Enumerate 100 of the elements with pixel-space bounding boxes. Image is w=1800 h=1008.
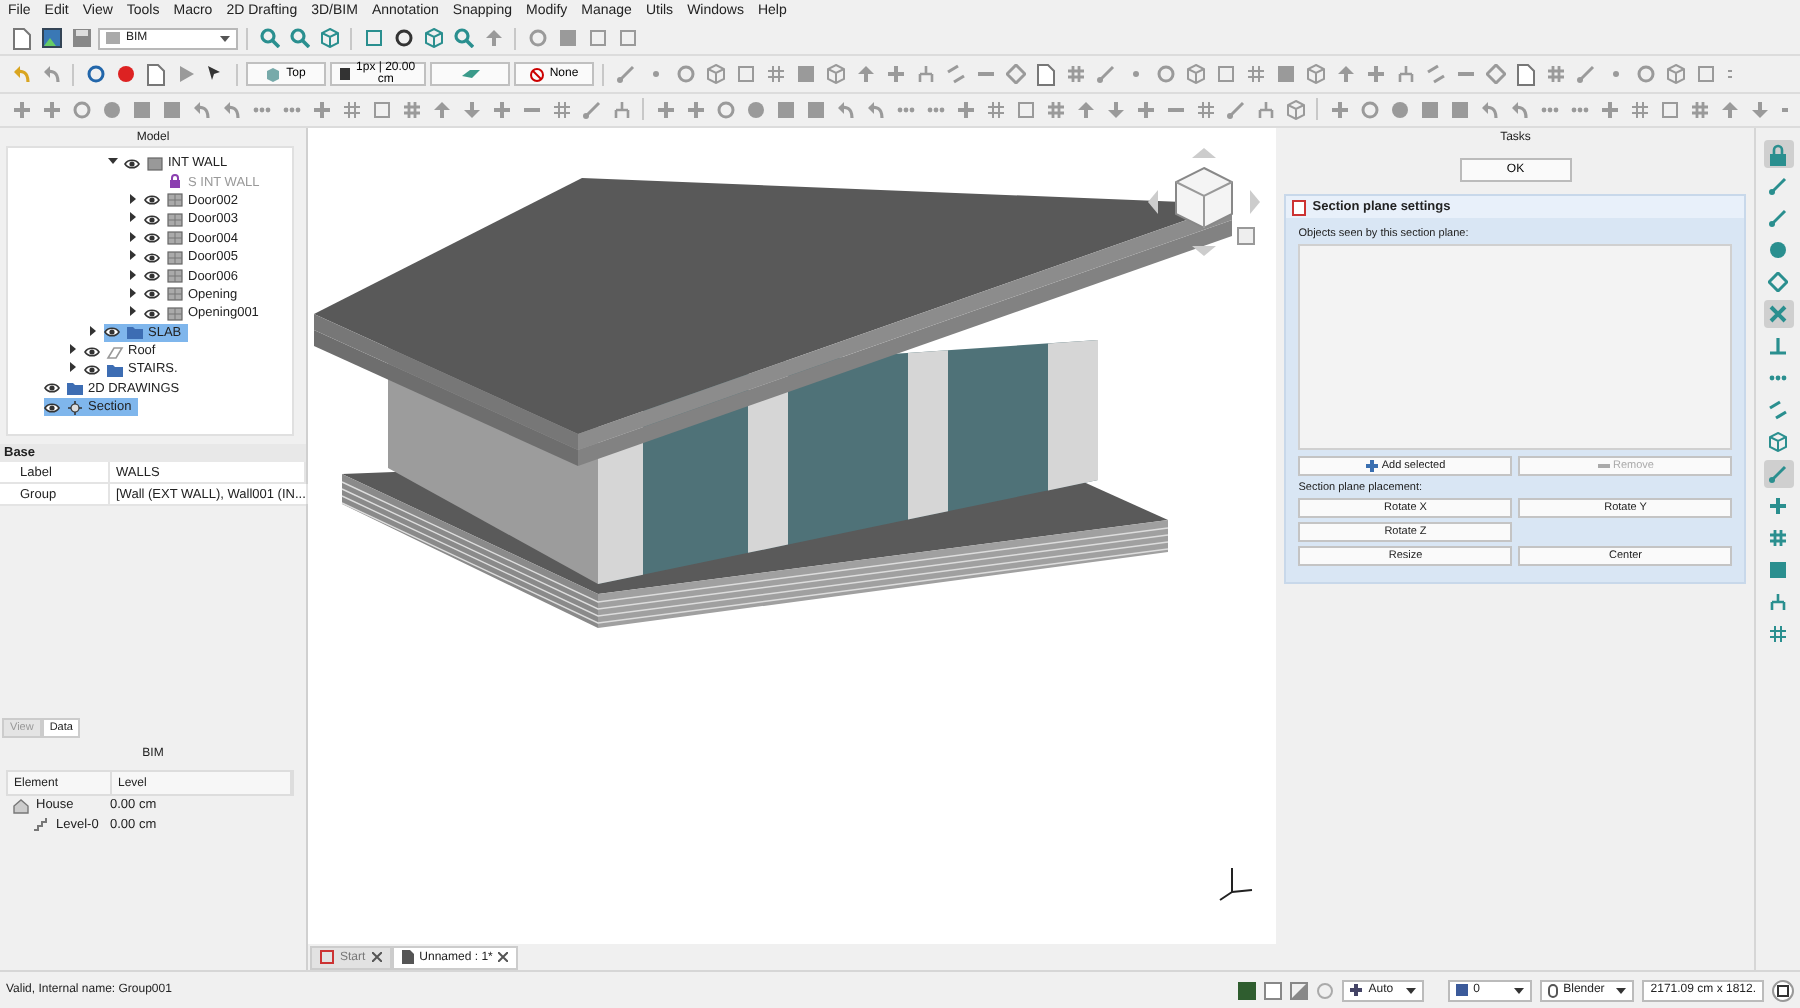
square-icon[interactable]	[1416, 97, 1442, 123]
eye-icon[interactable]	[84, 363, 100, 376]
caret-icon	[1405, 987, 1416, 993]
caret-icon[interactable]	[108, 156, 118, 167]
minus-icon	[1597, 464, 1609, 468]
outline-square-icon[interactable]	[1212, 61, 1238, 87]
diamond-icon[interactable]	[1482, 61, 1508, 87]
navigation-cube-drawing[interactable]	[1144, 144, 1264, 260]
shape-color-button[interactable]	[430, 62, 510, 86]
hash-icon[interactable]	[1062, 61, 1088, 87]
hash-icon[interactable]	[398, 97, 424, 123]
close-icon[interactable]	[498, 952, 509, 962]
line-icon[interactable]	[1092, 61, 1118, 87]
report-icon[interactable]	[1264, 981, 1283, 999]
panel-icon	[166, 192, 184, 209]
eye-icon[interactable]	[44, 382, 60, 395]
page-icon[interactable]	[142, 61, 168, 87]
scan-icon[interactable]	[1772, 979, 1794, 1001]
line-icon[interactable]	[1222, 97, 1248, 123]
folder-icon	[106, 361, 124, 378]
picture-icon[interactable]	[38, 25, 64, 51]
line-icon[interactable]	[612, 61, 638, 87]
line-icon[interactable]	[578, 97, 604, 123]
circle-icon[interactable]	[98, 97, 124, 123]
lock-snap-icon[interactable]	[1763, 140, 1794, 168]
mouse-icon	[1547, 983, 1558, 997]
layer-icon	[1455, 984, 1468, 996]
square-icon[interactable]	[792, 61, 818, 87]
folder-icon	[126, 324, 144, 341]
plane-icon	[66, 399, 84, 416]
line-icon[interactable]	[1572, 61, 1598, 87]
square-icon[interactable]	[802, 97, 828, 123]
outline-square-icon[interactable]	[614, 25, 640, 51]
cube-icon[interactable]	[1302, 61, 1328, 87]
parallel-icon[interactable]	[1422, 61, 1448, 87]
caret-icon	[1513, 987, 1524, 993]
objects-list[interactable]	[1298, 244, 1733, 450]
cube-icon[interactable]	[822, 61, 848, 87]
logo-icon	[320, 950, 334, 964]
outline-square-icon[interactable]	[368, 97, 394, 123]
square-icon[interactable]	[1272, 61, 1298, 87]
eye-icon[interactable]	[144, 232, 160, 245]
page-icon[interactable]	[8, 25, 34, 51]
hash-icon[interactable]	[1686, 97, 1712, 123]
hash-icon[interactable]	[1042, 97, 1068, 123]
square-icon[interactable]	[1446, 97, 1472, 123]
shading-icon[interactable]	[1290, 981, 1309, 999]
circle-icon[interactable]	[1386, 97, 1412, 123]
square-icon[interactable]	[554, 25, 580, 51]
caret-icon	[1616, 987, 1627, 993]
ring-icon[interactable]	[390, 25, 416, 51]
roof-icon	[106, 343, 124, 360]
eye-icon[interactable]	[44, 401, 60, 414]
hash-icon[interactable]	[1542, 61, 1568, 87]
diamond-icon[interactable]	[1002, 61, 1028, 87]
square-icon[interactable]	[772, 97, 798, 123]
eye-icon[interactable]	[144, 307, 160, 320]
circle-icon[interactable]	[742, 97, 768, 123]
eye-icon[interactable]	[144, 194, 160, 207]
outline-square-icon[interactable]	[1692, 61, 1718, 87]
eye-icon[interactable]	[84, 345, 100, 358]
ring-icon[interactable]	[82, 61, 108, 87]
eye-icon[interactable]	[144, 251, 160, 264]
square-icon[interactable]	[128, 97, 154, 123]
diamond-snap-icon[interactable]	[1763, 268, 1794, 296]
document-icon	[1292, 199, 1307, 215]
caret-icon	[220, 35, 230, 41]
square-icon[interactable]	[158, 97, 184, 123]
outline-square-icon[interactable]	[584, 25, 610, 51]
page-icon[interactable]	[1032, 61, 1058, 87]
outline-square-icon[interactable]	[732, 61, 758, 87]
console-icon[interactable]	[1238, 981, 1257, 999]
swatch-icon	[461, 70, 479, 78]
cube-icon[interactable]	[1182, 61, 1208, 87]
cube-icon[interactable]	[1282, 97, 1308, 123]
panel-icon	[166, 211, 184, 228]
outline-square-icon[interactable]	[1656, 97, 1682, 123]
eye-icon[interactable]	[144, 288, 160, 301]
cross-snap-icon[interactable]	[1763, 300, 1794, 328]
page-icon[interactable]	[1512, 61, 1538, 87]
close-icon[interactable]	[371, 952, 382, 962]
magnifier-icon[interactable]	[450, 25, 476, 51]
outline-square-icon[interactable]	[1012, 97, 1038, 123]
document-icon	[401, 950, 414, 964]
magnifier-icon[interactable]	[256, 25, 282, 51]
magnifier-icon[interactable]	[286, 25, 312, 51]
cube-icon[interactable]	[1662, 61, 1688, 87]
line-snap-icon[interactable]	[1763, 460, 1794, 488]
eye-icon[interactable]	[104, 326, 120, 339]
panel-icon	[166, 286, 184, 303]
parallel-icon[interactable]	[942, 61, 968, 87]
cube-icon[interactable]	[316, 25, 342, 51]
eye-icon[interactable]	[124, 157, 140, 170]
eye-icon[interactable]	[144, 213, 160, 226]
3d-viewport[interactable]	[308, 128, 1277, 944]
cube-icon	[266, 67, 281, 81]
circle-icon[interactable]	[112, 61, 138, 87]
panel-icon	[166, 249, 184, 266]
eye-icon[interactable]	[144, 270, 160, 283]
cube-icon[interactable]	[702, 61, 728, 87]
